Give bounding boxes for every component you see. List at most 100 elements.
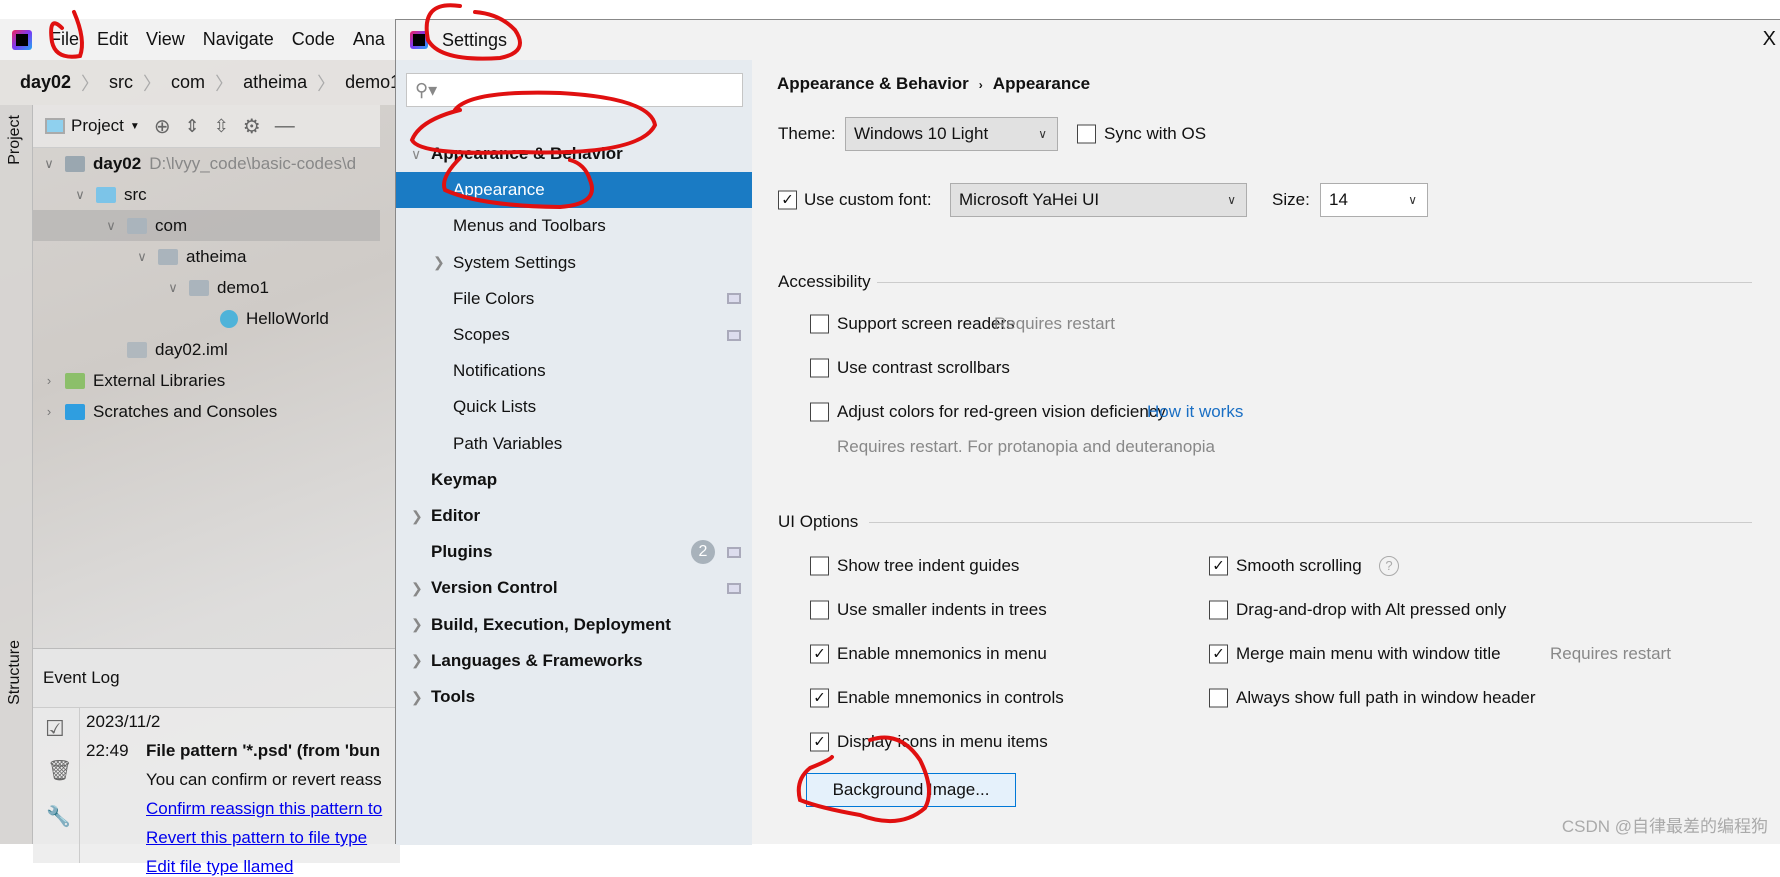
chevron-down-icon[interactable]: ∨ <box>411 146 421 163</box>
tree-item[interactable]: ∨ demo1 <box>33 272 380 303</box>
breadcrumb-item[interactable]: demo1 <box>345 72 400 93</box>
theme-dropdown[interactable]: Windows 10 Light ∨ <box>845 117 1058 151</box>
checkbox-enable-mnemonics-in-controls[interactable]: ✓ <box>810 688 829 708</box>
nav-item-editor[interactable]: ❯ Editor <box>396 498 752 534</box>
chevron-down-icon[interactable]: ∨ <box>132 249 152 265</box>
checkbox-use-smaller-indents-in-trees[interactable] <box>810 600 829 620</box>
nav-item-plugins[interactable]: Plugins 2 <box>396 534 752 570</box>
nav-item-languages-frameworks[interactable]: ❯ Languages & Frameworks <box>396 643 752 679</box>
breadcrumb-item[interactable]: atheima <box>243 72 307 93</box>
checkbox-show-tree-indent-guides[interactable] <box>810 556 829 576</box>
chevron-down-icon[interactable]: ∨ <box>39 156 59 172</box>
tree-item[interactable]: day02.iml <box>33 334 380 365</box>
breadcrumb-item[interactable]: com <box>171 72 205 93</box>
checkbox-display-icons-in-menu-items[interactable]: ✓ <box>810 732 829 752</box>
checkbox-smooth-scrolling[interactable]: ✓ <box>1209 556 1228 576</box>
edit-file-type-link[interactable]: Edit file type llamed <box>146 857 293 877</box>
chevron-down-icon[interactable]: ∨ <box>101 218 121 234</box>
nav-item-build-execution-deployment[interactable]: ❯ Build, Execution, Deployment <box>396 607 752 643</box>
nav-item-scopes[interactable]: Scopes <box>396 317 752 353</box>
chevron-right-icon: 〉 <box>215 73 234 94</box>
nav-item-menus-and-toolbars[interactable]: Menus and Toolbars <box>396 208 752 244</box>
custom-font-checkbox[interactable]: ✓ <box>778 190 797 210</box>
chevron-right-icon[interactable]: ❯ <box>411 689 423 706</box>
menu-navigate[interactable]: Navigate <box>203 29 274 50</box>
project-view-dropdown[interactable]: Project ▼ <box>45 116 140 136</box>
chevron-right-icon[interactable]: ❯ <box>411 652 423 669</box>
chevron-right-icon[interactable]: › <box>39 373 59 388</box>
nav-item-notifications[interactable]: Notifications <box>396 353 752 389</box>
help-icon[interactable]: ? <box>1379 556 1399 576</box>
chevron-right-icon[interactable]: ❯ <box>433 254 445 271</box>
wrench-icon[interactable]: 🔧 <box>46 804 71 829</box>
nav-item-label: Tools <box>431 687 476 706</box>
menu-view[interactable]: View <box>146 29 185 50</box>
checkbox-enable-mnemonics-in-menu[interactable]: ✓ <box>810 644 829 664</box>
project-level-icon <box>727 293 741 305</box>
nav-item-appearance-behavior[interactable]: ∨ Appearance & Behavior <box>396 136 752 172</box>
collapse-all-icon[interactable]: ⇳ <box>214 116 229 137</box>
tree-item[interactable]: › External Libraries <box>33 365 380 396</box>
hide-icon[interactable]: — <box>275 115 295 138</box>
checkbox-use-contrast-scrollbars[interactable] <box>810 358 829 378</box>
breadcrumb-item[interactable]: day02 <box>20 72 71 93</box>
gear-icon[interactable]: ⚙ <box>243 114 261 139</box>
trash-icon[interactable]: 🗑 <box>47 758 72 783</box>
checkbox-merge-main-menu-with-window-title[interactable]: ✓ <box>1209 644 1228 664</box>
menu-ana[interactable]: Ana <box>353 29 385 50</box>
dialog-title: Settings <box>442 29 508 50</box>
nav-item-label: Menus and Toolbars <box>453 216 606 236</box>
chevron-right-icon[interactable]: ❯ <box>411 508 423 525</box>
locate-icon[interactable]: ⊕ <box>154 114 171 139</box>
event-log-header: Event Log <box>33 648 400 708</box>
divider <box>869 522 1752 523</box>
chevron-right-icon[interactable]: ❯ <box>411 580 423 597</box>
checkbox-support-screen-readers[interactable] <box>810 314 829 334</box>
settings-search-input[interactable]: ⚲▾ <box>406 73 743 107</box>
nav-item-path-variables[interactable]: Path Variables <box>396 426 752 462</box>
size-label: Size: <box>1272 190 1310 209</box>
nav-item-system-settings[interactable]: ❯ System Settings <box>396 245 752 281</box>
confirm-reassign-link[interactable]: Confirm reassign this pattern to <box>146 799 382 819</box>
nav-item-file-colors[interactable]: File Colors <box>396 281 752 317</box>
chevron-right-icon[interactable]: › <box>39 404 59 419</box>
tree-item[interactable]: HelloWorld <box>33 303 380 334</box>
menu-file[interactable]: File <box>50 29 79 50</box>
checkbox-always-show-full-path-in-window-header[interactable] <box>1209 688 1228 708</box>
revert-pattern-link[interactable]: Revert this pattern to file type <box>146 828 367 848</box>
nav-item-appearance[interactable]: Appearance <box>396 172 752 209</box>
checkbox-drag-and-drop-with-alt-pressed-only[interactable] <box>1209 600 1228 620</box>
nav-item-version-control[interactable]: ❯ Version Control <box>396 570 752 606</box>
checkbox-label: Show tree indent guides <box>837 556 1020 575</box>
chevron-right-icon[interactable]: ❯ <box>411 616 423 633</box>
font-size-dropdown[interactable]: 14 ∨ <box>1320 183 1428 217</box>
tree-item[interactable]: ∨ src <box>33 179 380 210</box>
checkbox-adjust-colors-for-red-green-vision-deficiency[interactable] <box>810 402 829 422</box>
how-it-works-link[interactable]: How it works <box>1147 402 1243 422</box>
nav-item-keymap[interactable]: Keymap <box>396 462 752 498</box>
chevron-down-icon[interactable]: ∨ <box>163 280 183 296</box>
tree-item[interactable]: ∨ atheima <box>33 241 380 272</box>
expand-all-icon[interactable]: ⇕ <box>185 116 200 137</box>
chevron-down-icon[interactable]: ∨ <box>70 187 90 203</box>
navigation-breadcrumb: day02 〉 src 〉 com 〉 atheima 〉 demo1 <box>0 60 400 105</box>
structure-tool-tab[interactable]: Structure <box>6 640 24 705</box>
tree-item[interactable]: ∨ day02 D:\lvyy_code\basic-codes\d <box>33 148 380 179</box>
font-dropdown[interactable]: Microsoft YaHei UI ∨ <box>950 183 1247 217</box>
event-time: 22:49 <box>86 741 129 760</box>
chevron-down-icon: ▼ <box>129 120 140 132</box>
mark-read-icon[interactable]: ☑ <box>45 716 65 742</box>
background-image-button[interactable]: Background Image... <box>806 773 1016 807</box>
nav-item-tools[interactable]: ❯ Tools <box>396 679 752 715</box>
nav-item-quick-lists[interactable]: Quick Lists <box>396 389 752 425</box>
sync-os-checkbox[interactable] <box>1077 124 1096 144</box>
project-tool-tab[interactable]: Project <box>6 115 24 165</box>
settings-content: Appearance & Behavior › Appearance Theme: … <box>752 20 1780 845</box>
tree-item[interactable]: ∨ com <box>33 210 380 241</box>
tree-item[interactable]: › Scratches and Consoles <box>33 396 380 427</box>
tree-item-label: Scratches and Consoles <box>93 401 278 421</box>
breadcrumb-item[interactable]: src <box>109 72 133 93</box>
menu-code[interactable]: Code <box>292 29 335 50</box>
menu-edit[interactable]: Edit <box>97 29 128 50</box>
accessibility-note: Requires restart. For protanopia and deu… <box>837 437 1216 456</box>
